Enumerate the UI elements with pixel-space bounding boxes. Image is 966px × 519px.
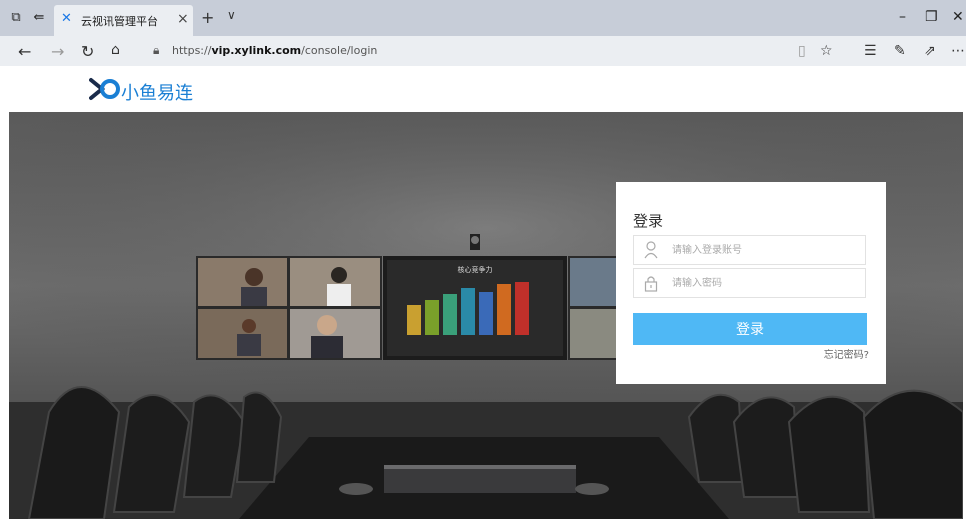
address-bar[interactable]: 🔒︎ https://vip.xylink.com/console/login: [143, 39, 783, 63]
refresh-icon[interactable]: ↻: [81, 42, 94, 61]
login-title: 登录: [633, 212, 664, 230]
login-panel: 登录 登录 忘记密码?: [616, 182, 886, 384]
address-url: https://vip.xylink.com/console/login: [172, 44, 378, 57]
password-field: [633, 268, 866, 298]
forward-icon[interactable]: →: [51, 42, 64, 61]
password-input[interactable]: [672, 275, 857, 291]
xylink-favicon-icon: ✕: [61, 11, 72, 26]
tab-title: 云视讯管理平台: [81, 15, 158, 28]
share-icon[interactable]: ⇗: [924, 43, 936, 59]
forgot-password-link[interactable]: 忘记密码?: [824, 346, 869, 361]
window-close-icon[interactable]: ✕: [952, 9, 964, 25]
back-icon[interactable]: ←: [18, 42, 31, 61]
chevron-down-icon[interactable]: ∨: [227, 8, 236, 22]
user-icon: [644, 241, 658, 259]
more-icon[interactable]: ⋯: [951, 43, 965, 59]
pen-icon[interactable]: ✎: [894, 43, 906, 59]
tab-close-icon[interactable]: ×: [177, 11, 189, 27]
screen-title: 核心竞争力: [458, 265, 493, 274]
set-aside-tabs-icon[interactable]: ⇚: [31, 10, 47, 26]
browser-toolbar: ← → ↻ ⌂ 🔒︎ https://vip.xylink.com/consol…: [0, 36, 966, 66]
new-tab-icon[interactable]: +: [201, 8, 214, 27]
reading-view-icon[interactable]: ▯: [798, 43, 806, 59]
login-button[interactable]: 登录: [633, 313, 867, 345]
minimize-icon[interactable]: –: [899, 9, 906, 25]
tab-actions-icon[interactable]: ⧉: [8, 10, 24, 26]
browser-tab-bar: ⧉ ⇚ ✕ 云视讯管理平台 × + ∨ – ❐ ✕: [0, 0, 966, 36]
account-field: [633, 235, 866, 265]
xylink-logo-icon: [89, 78, 120, 100]
lock-icon: [644, 276, 658, 292]
brand-name: 小鱼易连: [121, 83, 193, 104]
home-icon[interactable]: ⌂: [111, 42, 120, 58]
browser-tab[interactable]: ✕ 云视讯管理平台 ×: [54, 5, 193, 36]
lock-icon: 🔒︎: [153, 43, 160, 57]
favorite-star-icon[interactable]: ☆: [820, 43, 833, 59]
favorites-hub-icon[interactable]: ☰: [864, 43, 877, 59]
account-input[interactable]: [672, 242, 857, 258]
restore-icon[interactable]: ❐: [925, 9, 938, 25]
